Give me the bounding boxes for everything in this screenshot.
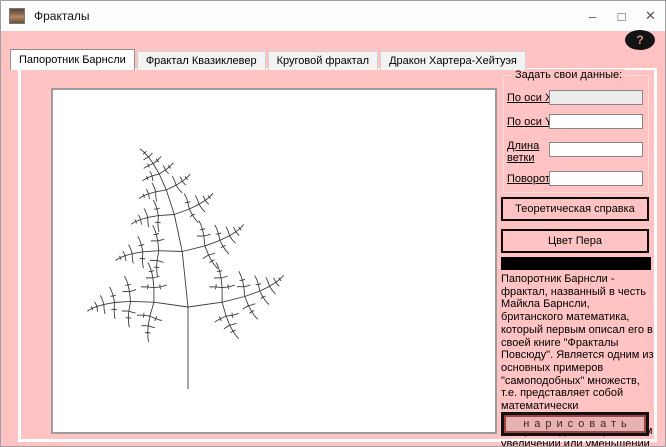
window-controls: – □ ✕ xyxy=(578,1,665,31)
barnsley-fern-drawing xyxy=(87,148,285,389)
close-icon[interactable]: ✕ xyxy=(636,1,665,31)
pen-color-button[interactable]: Цвет Пера xyxy=(501,229,649,253)
draw-button[interactable]: нарисовать xyxy=(501,412,649,436)
axis-x-input[interactable] xyxy=(549,90,643,105)
tab-circle-fractal[interactable]: Круговой фрактал xyxy=(267,51,379,70)
rotation-input[interactable] xyxy=(549,171,643,186)
tab-quasiclover[interactable]: Фрактал Квазиклевер xyxy=(136,51,266,70)
tab-strip: Папоротник Барнсли Фрактал Квазиклевер К… xyxy=(10,49,528,70)
rotation-label: Поворот xyxy=(507,173,550,185)
draw-button-label: нарисовать xyxy=(504,415,646,433)
group-title: Задать свои данные: xyxy=(512,69,626,81)
help-button[interactable]: ? xyxy=(625,30,655,50)
axis-y-input[interactable] xyxy=(549,114,643,129)
app-icon xyxy=(9,8,25,24)
maximize-icon[interactable]: □ xyxy=(607,1,636,31)
axis-y-label: По оси Y xyxy=(507,116,553,128)
minimize-icon[interactable]: – xyxy=(578,1,607,31)
title-bar: Фракталы – □ ✕ xyxy=(1,1,665,31)
axis-x-label: По оси X xyxy=(507,92,553,104)
fractal-canvas[interactable] xyxy=(51,88,497,434)
window-title: Фракталы xyxy=(34,9,90,23)
branch-length-input[interactable] xyxy=(549,142,643,157)
app-window: Фракталы – □ ✕ ? Папоротник Барнсли Фрак… xyxy=(0,0,666,447)
tab-harter-heighway-dragon[interactable]: Дракон Хартера-Хейтуэя xyxy=(380,51,526,70)
tab-barnsley-fern[interactable]: Папоротник Барнсли xyxy=(10,49,135,70)
pen-color-swatch xyxy=(501,257,651,270)
theory-reference-button[interactable]: Теоретическая справка xyxy=(501,197,649,221)
branch-length-label: Длина ветки xyxy=(507,140,540,164)
